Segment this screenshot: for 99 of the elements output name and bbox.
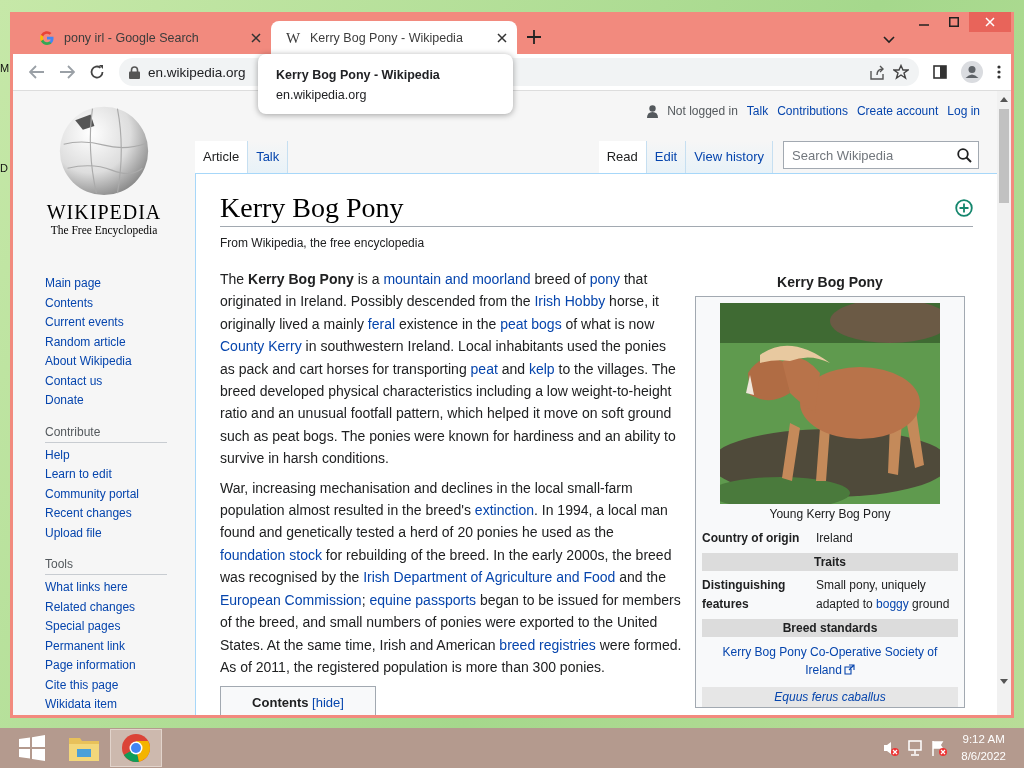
article-link[interactable]: feral	[367, 315, 396, 332]
tooltip-title: Kerry Bog Pony - Wikipedia	[276, 67, 441, 84]
wikipedia-wordmark[interactable]: WIKIPEDIA	[46, 201, 162, 224]
view-tab[interactable]: Read	[598, 141, 647, 173]
share-icon[interactable]	[869, 64, 885, 80]
article-link[interactable]: peat	[470, 360, 498, 377]
contents-title: Contents	[252, 695, 309, 711]
windows-logo-icon[interactable]	[19, 735, 45, 761]
muted-speaker-icon[interactable]	[883, 740, 900, 756]
article-link[interactable]: equine passports	[369, 591, 477, 608]
forward-icon[interactable]	[59, 65, 75, 79]
view-tab[interactable]: View history	[686, 141, 773, 173]
add-circle-icon[interactable]	[955, 199, 973, 217]
scrollbar[interactable]	[997, 91, 1011, 715]
sidebar-link[interactable]: About Wikipedia	[45, 352, 195, 372]
sidebar-link[interactable]: Donate	[45, 391, 195, 411]
lock-icon	[129, 65, 140, 79]
profile-icon[interactable]	[961, 61, 983, 83]
article-link[interactable]: breed registries	[499, 636, 596, 653]
menu-icon[interactable]	[997, 65, 1001, 79]
close-icon[interactable]	[497, 32, 507, 43]
article-title: Kerry Bog Pony	[220, 192, 405, 224]
infobox-title: Kerry Bog Pony	[776, 274, 884, 290]
desktop-icon-label: M	[0, 62, 10, 74]
article-link[interactable]: European Commission	[220, 591, 362, 608]
chrome-icon	[121, 733, 151, 763]
article-link[interactable]: peat bogs	[500, 315, 562, 332]
search-box[interactable]: Search Wikipedia	[783, 141, 979, 169]
sidebar-link[interactable]: Help	[45, 445, 195, 465]
sidebar-heading: Contribute	[45, 424, 167, 443]
personal-link[interactable]: Contributions	[777, 104, 848, 118]
personal-link[interactable]: Create account	[856, 104, 939, 118]
sidebar-link[interactable]: Contents	[45, 293, 195, 313]
side-panel-icon[interactable]	[933, 65, 947, 79]
sidebar-link[interactable]: Upload file	[45, 523, 195, 543]
maximize-icon[interactable]	[949, 17, 959, 27]
sidebar-link[interactable]: Cite this page	[45, 675, 195, 695]
browser-tab[interactable]: W Kerry Bog Pony - Wikipedia	[271, 21, 517, 54]
sidebar-link[interactable]: Current events	[45, 313, 195, 333]
infobox-link[interactable]: Kerry Bog Pony Co-Operative Society of Ireland	[702, 639, 958, 683]
sidebar-link[interactable]: Wikidata item	[45, 695, 195, 715]
desktop-icon-label: D	[0, 162, 8, 174]
image-caption: Young Kerry Bog Pony	[768, 506, 892, 523]
sidebar-link[interactable]: Community portal	[45, 484, 195, 504]
sidebar-link[interactable]: Permanent link	[45, 636, 195, 656]
sidebar-link[interactable]: Special pages	[45, 617, 195, 637]
sidebar-link[interactable]: Page information	[45, 656, 195, 676]
article-link[interactable]: Irish Department of Agriculture and Food	[363, 569, 616, 586]
infobox-value: Small pony, uniquely adapted to boggy ground	[816, 577, 951, 613]
taxon-link[interactable]: Equus ferus caballus	[702, 687, 958, 707]
article-link[interactable]: kelp	[528, 360, 555, 377]
logo-tagline: The Free Encyclopedia	[50, 224, 158, 236]
infobox-label: Country of origin	[702, 530, 801, 547]
star-icon[interactable]	[893, 64, 909, 80]
tooltip-url: en.wikipedia.org	[276, 87, 368, 104]
taskbar-app[interactable]	[110, 729, 162, 767]
google-icon	[39, 29, 55, 46]
chevron-down-icon[interactable]	[883, 36, 895, 44]
hide-link[interactable]: [hide]	[312, 695, 344, 711]
article-paragraph: War, increasing mechanisation and declines in the local small-farm population almost resulted in the breed's extinction. In 1994, a local man found and genetically tested a herd of 20 ponies he used as the foundation stock for rebuilding of the breed. In the early 2000s, the breed was recognised by the Irish Department of Agriculture and Food and the European Commission; equine passports began to be issued for members of the breed, and small numbers of ponies were exported to the United States. At the same time, Irish and American breed registries were formed. As of 2011, the registered population is more than 300 ponies.	[220, 478, 682, 677]
page-tab[interactable]: Article	[195, 141, 249, 173]
personal-link[interactable]: Log in	[947, 104, 980, 118]
sidebar-heading: Tools	[45, 557, 167, 575]
infobox-label: Distinguishing features	[702, 577, 787, 613]
infobox-header: Breed standards	[702, 619, 958, 637]
new-tab-icon[interactable]	[527, 30, 541, 44]
close-icon[interactable]	[251, 32, 261, 43]
article-link[interactable]: mountain and moorland	[383, 271, 531, 287]
tab-favicon: W	[285, 29, 301, 46]
browser-tab[interactable]: pony irl - Google Search	[25, 21, 271, 54]
sidebar-link[interactable]: Contact us	[45, 371, 195, 391]
personal-link[interactable]: Talk	[746, 104, 769, 118]
infobox-header: Traits	[702, 553, 958, 571]
search-icon[interactable]	[957, 147, 972, 163]
article-link[interactable]: pony	[589, 271, 621, 287]
sidebar-link[interactable]: Main page	[45, 274, 195, 294]
sidebar-link[interactable]: Learn to edit	[45, 465, 195, 485]
article-link[interactable]: foundation stock	[220, 546, 322, 563]
view-tab[interactable]: Edit	[646, 141, 687, 173]
page-tab[interactable]: Talk	[248, 141, 289, 173]
sidebar-link[interactable]: What links here	[45, 578, 195, 598]
network-icon[interactable]	[907, 740, 924, 756]
article-link[interactable]: boggy	[876, 597, 909, 611]
article-link[interactable]: Irish Hobby	[534, 293, 606, 310]
reload-icon[interactable]	[89, 64, 105, 80]
back-icon[interactable]	[29, 65, 45, 79]
article-link[interactable]: County Kerry	[220, 338, 302, 355]
sidebar-link[interactable]: Random article	[45, 332, 195, 352]
article-tagline: From Wikipedia, the free encyclopedia	[220, 236, 426, 250]
article-paragraph: The Kerry Bog Pony is a mountain and moorland breed of pony that originated in Ireland. Possibly descended from the Irish Hobby horse, it originally lived a mainly feral existence in the peat bogs of what is now County Kerry in southwestern Ireland. Local inhabitants used the ponies as pack and cart horses for transporting peat and kelp to the villages. The breed developed physical characteristics including a low weight-to-height ratio and an unusual footfall pattern, which helped it move on soft ground such as peat bogs. The ponies were known for hardiness and an ability to survive in harsh conditions.	[220, 270, 677, 469]
login-status: Not logged in	[667, 104, 738, 118]
external-link-icon	[843, 664, 855, 675]
flag-icon[interactable]	[931, 740, 948, 756]
article-link[interactable]: extinction	[474, 502, 534, 519]
sidebar-link[interactable]: Related changes	[45, 597, 195, 617]
sidebar-link[interactable]: Recent changes	[45, 504, 195, 524]
infobox-value: Ireland	[816, 530, 854, 547]
search-field[interactable]: Search Wikipedia	[790, 146, 957, 164]
user-icon	[647, 104, 659, 118]
